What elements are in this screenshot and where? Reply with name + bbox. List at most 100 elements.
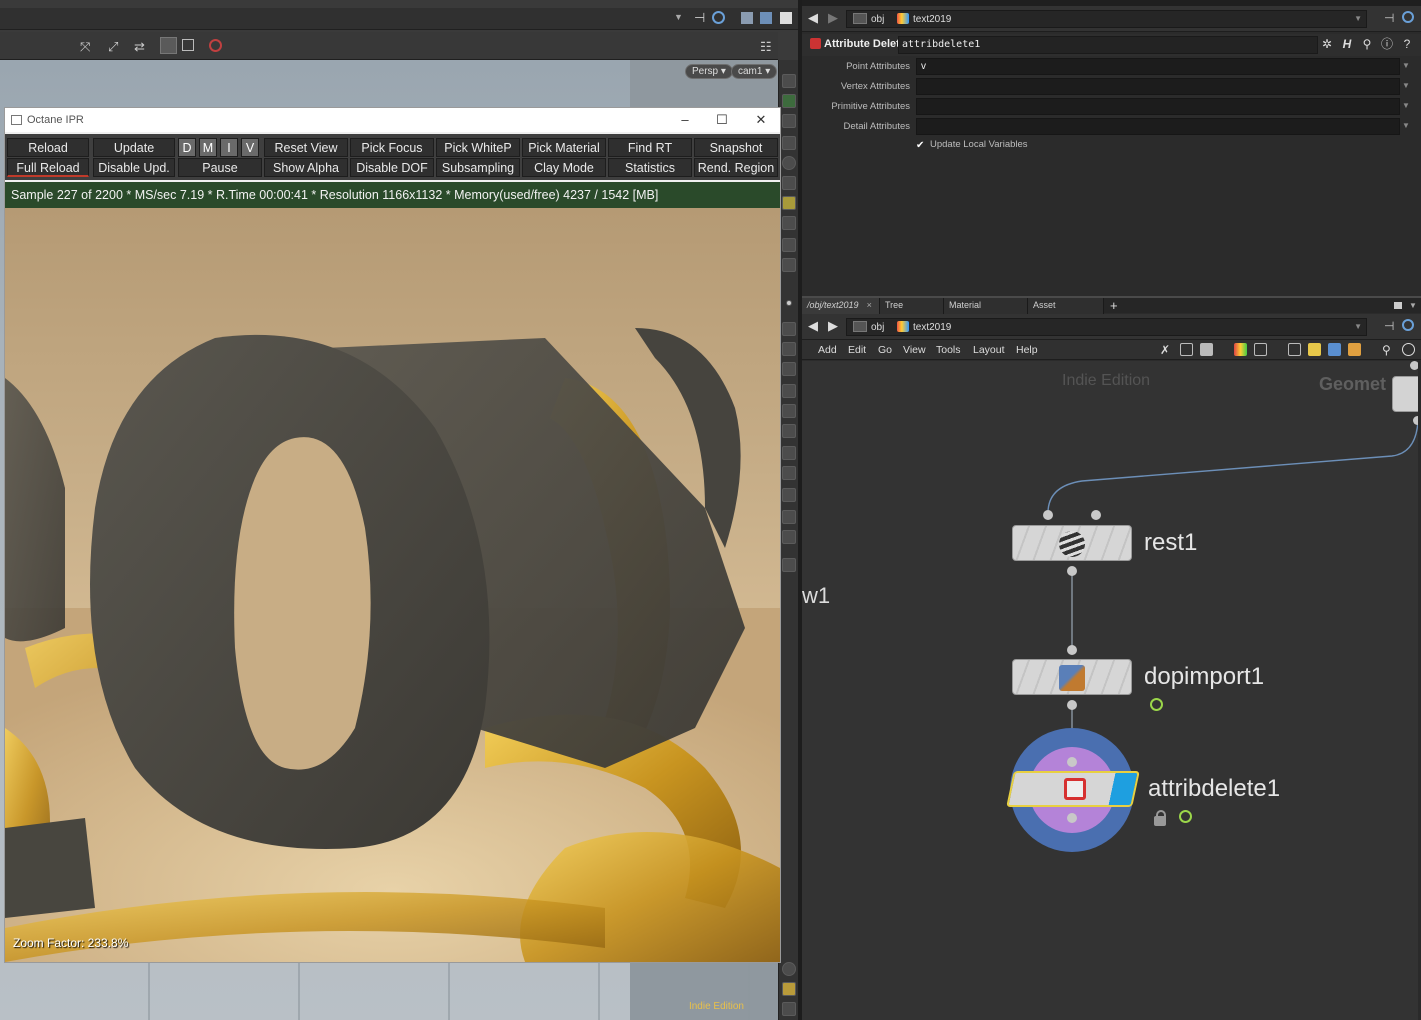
grid-view-icon[interactable] xyxy=(782,982,796,996)
pick-whitepoint-button[interactable]: Pick WhiteP xyxy=(436,138,520,157)
rest1-node[interactable] xyxy=(1012,525,1132,561)
pen-icon[interactable] xyxy=(782,258,796,272)
pin-icon[interactable]: ⊣ xyxy=(1384,319,1394,333)
disable-update-button[interactable]: Disable Upd. xyxy=(93,158,175,177)
pin-icon[interactable]: ⊣ xyxy=(1384,11,1394,25)
link-icon[interactable] xyxy=(1402,11,1414,23)
shading-icon[interactable] xyxy=(782,94,796,108)
grid-icon[interactable] xyxy=(1254,343,1267,356)
maximize-icon[interactable]: ☐ xyxy=(707,111,737,129)
statistics-button[interactable]: Statistics xyxy=(608,158,692,177)
palette-icon[interactable] xyxy=(1348,343,1361,356)
grid-icon[interactable] xyxy=(782,238,796,252)
menu-view[interactable]: View xyxy=(903,344,926,356)
path-node[interactable]: text2019 xyxy=(897,13,951,25)
chevron-down-icon[interactable]: ▼ xyxy=(1354,14,1362,23)
path-icon[interactable] xyxy=(782,424,796,438)
dopimport1-node[interactable] xyxy=(1012,659,1132,695)
path-obj[interactable]: obj xyxy=(853,321,884,333)
forward-arrow-icon[interactable]: ▶ xyxy=(826,11,840,25)
select-tool-icon[interactable]: ⤧ xyxy=(80,39,90,55)
primitive-attributes-field[interactable] xyxy=(916,98,1400,115)
add-tab-icon[interactable]: + xyxy=(1110,298,1118,313)
show-alpha-button[interactable]: Show Alpha xyxy=(264,158,348,177)
node-input-dot[interactable] xyxy=(1091,510,1101,520)
node-output-dot[interactable] xyxy=(1067,700,1077,710)
update-local-variables-row[interactable]: ✔ Update Local Variables xyxy=(916,139,1028,151)
pointer-icon[interactable] xyxy=(782,322,796,336)
chevron-down-icon[interactable]: ▼ xyxy=(1402,81,1410,90)
display-options-icon[interactable]: ☷ xyxy=(760,39,772,55)
menu-add[interactable]: Add xyxy=(818,344,837,356)
help-h-icon[interactable]: H xyxy=(1340,37,1354,51)
snap-icon[interactable] xyxy=(782,384,796,398)
forward-arrow-icon[interactable]: ▶ xyxy=(826,319,840,333)
maximize-icon[interactable] xyxy=(780,12,792,24)
parameter-path-field[interactable]: obj text2019 ▼ xyxy=(846,10,1367,28)
wand-icon[interactable] xyxy=(782,466,796,480)
color-grid-icon[interactable] xyxy=(1234,343,1247,356)
search-icon[interactable]: ⚲ xyxy=(1382,343,1395,357)
i-toggle[interactable]: I xyxy=(220,138,238,157)
list-icon[interactable] xyxy=(1200,343,1213,356)
render-image[interactable]: Zoom Factor: 233.8% xyxy=(5,208,780,962)
dropdown-arrow-icon[interactable]: ▼ xyxy=(674,12,683,22)
node-output-dot[interactable] xyxy=(1067,566,1077,576)
number-icon[interactable] xyxy=(782,362,796,376)
number-icon[interactable] xyxy=(782,404,796,418)
update-button[interactable]: Update xyxy=(93,138,175,157)
info-icon[interactable] xyxy=(782,962,796,976)
network-editor[interactable]: Indie Edition Geomet w1 rest1 dopimport1 xyxy=(802,361,1421,1020)
tab-material-palette[interactable]: Material Palette× xyxy=(944,298,1028,325)
perspective-menu[interactable]: Persp ▾ xyxy=(685,64,733,79)
back-arrow-icon[interactable]: ◀ xyxy=(806,11,820,25)
camera-view-icon[interactable] xyxy=(782,1002,796,1016)
point-attributes-field[interactable]: v xyxy=(916,58,1400,75)
light-icon[interactable] xyxy=(782,176,796,190)
clay-mode-button[interactable]: Clay Mode xyxy=(522,158,606,177)
minimize-icon[interactable]: – xyxy=(670,111,700,129)
node-input-dot[interactable] xyxy=(1067,645,1077,655)
node-input-dot[interactable] xyxy=(1067,757,1077,767)
disable-dof-button[interactable]: Disable DOF xyxy=(350,158,434,177)
back-arrow-icon[interactable]: ◀ xyxy=(806,319,820,333)
tab-tree-view[interactable]: Tree View× xyxy=(880,298,944,325)
cursor-icon[interactable] xyxy=(782,446,796,460)
bulb-icon[interactable] xyxy=(782,196,796,210)
eye-icon[interactable] xyxy=(1402,343,1415,356)
help-icon[interactable]: ? xyxy=(1400,37,1414,51)
node-output-dot[interactable] xyxy=(1067,813,1077,823)
gear-icon[interactable]: ✲ xyxy=(1320,37,1334,51)
record-icon[interactable] xyxy=(209,39,222,52)
camera-icon[interactable] xyxy=(782,136,796,150)
bulb-icon[interactable] xyxy=(782,216,796,230)
path-node[interactable]: text2019 xyxy=(897,321,951,333)
attribdelete1-node[interactable] xyxy=(1006,771,1140,807)
full-reload-button[interactable]: Full Reload xyxy=(7,158,89,177)
reload-button[interactable]: Reload xyxy=(7,138,89,157)
d-toggle[interactable]: D xyxy=(178,138,196,157)
chevron-down-icon[interactable]: ▼ xyxy=(1402,121,1410,130)
scene-icon[interactable] xyxy=(760,12,772,24)
tree-icon[interactable] xyxy=(1180,343,1193,356)
move-tool-icon[interactable]: ⤢ xyxy=(108,39,118,55)
octane-title-bar[interactable]: Octane IPR – ☐ ✕ xyxy=(5,108,780,132)
search-icon[interactable]: ⚲ xyxy=(1360,37,1374,51)
wrench-icon[interactable]: ✗ xyxy=(1160,343,1173,357)
brush-icon[interactable] xyxy=(782,342,796,356)
eye-icon[interactable] xyxy=(782,74,796,88)
close-icon[interactable]: ✕ xyxy=(746,111,776,129)
transform-tool-icon[interactable]: ⇄ xyxy=(134,39,145,55)
network-path-field[interactable]: obj text2019 ▼ xyxy=(846,318,1367,336)
menu-help[interactable]: Help xyxy=(1016,344,1038,356)
node-name-field[interactable]: attribdelete1 xyxy=(898,36,1318,54)
view-tool-icon[interactable] xyxy=(182,39,194,51)
pick-material-button[interactable]: Pick Material xyxy=(522,138,606,157)
path-obj[interactable]: obj xyxy=(853,13,884,25)
subsampling-button[interactable]: Subsampling xyxy=(436,158,520,177)
box-icon[interactable] xyxy=(782,488,796,502)
reset-view-button[interactable]: Reset View xyxy=(264,138,348,157)
link-icon[interactable] xyxy=(712,11,725,24)
info-icon[interactable]: ⓘ xyxy=(1380,37,1394,51)
sphere-icon[interactable] xyxy=(782,156,796,170)
